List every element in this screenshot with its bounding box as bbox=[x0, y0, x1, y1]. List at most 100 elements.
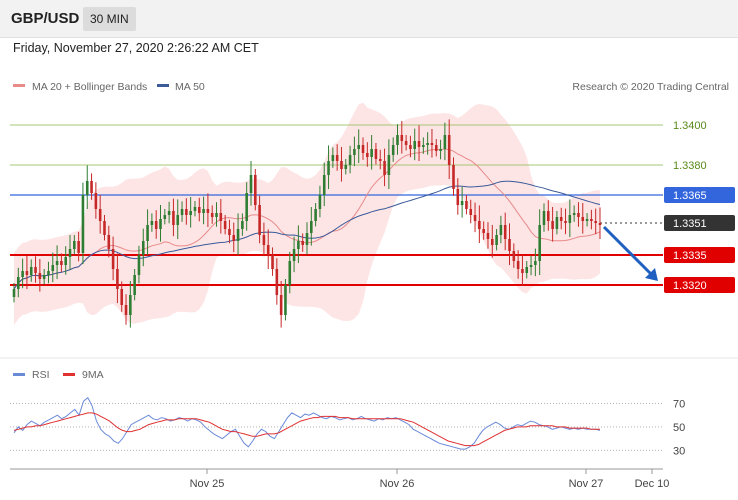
candle-body bbox=[129, 295, 132, 315]
x-tick-label: Nov 26 bbox=[380, 478, 415, 490]
candle-body bbox=[197, 207, 201, 213]
candle-body bbox=[176, 215, 180, 225]
candle-body bbox=[25, 271, 29, 275]
rsi-legend-swatch bbox=[13, 373, 25, 376]
candle-body bbox=[370, 149, 373, 157]
ma20-legend-swatch bbox=[13, 84, 25, 87]
candle-body bbox=[590, 219, 593, 221]
candle-body bbox=[47, 271, 50, 275]
candle-body bbox=[426, 143, 429, 145]
level-badge-text-1.3365: 1.3365 bbox=[673, 190, 707, 202]
candle-body bbox=[275, 269, 279, 295]
candle-body bbox=[417, 141, 421, 147]
candle-body bbox=[310, 221, 313, 233]
candle-body bbox=[482, 229, 485, 233]
candle-body bbox=[534, 261, 537, 265]
candle-body bbox=[490, 239, 494, 245]
candle-body bbox=[85, 181, 89, 195]
candle-body bbox=[34, 267, 37, 273]
candle-body bbox=[94, 193, 98, 209]
candle-body bbox=[266, 245, 270, 255]
candle-body bbox=[215, 213, 218, 217]
candle-body bbox=[495, 235, 498, 245]
candle-body bbox=[559, 217, 563, 221]
candle-body bbox=[581, 217, 585, 221]
candle-body bbox=[508, 239, 511, 251]
candle-body bbox=[172, 211, 175, 225]
candle-body bbox=[292, 249, 296, 261]
candle-body bbox=[322, 175, 326, 195]
candle-body bbox=[314, 209, 317, 221]
candle-body bbox=[120, 289, 124, 305]
candle-body bbox=[521, 269, 524, 273]
candle-body bbox=[529, 265, 533, 267]
candle-body bbox=[598, 223, 602, 225]
candle-body bbox=[245, 193, 248, 221]
candle-body bbox=[503, 225, 507, 239]
candle-body bbox=[353, 149, 356, 155]
candle-body bbox=[318, 195, 322, 209]
candle-body bbox=[180, 209, 184, 215]
ma50-legend-swatch bbox=[157, 84, 169, 87]
rsi-tick-70: 70 bbox=[673, 399, 685, 411]
candle-body bbox=[434, 145, 438, 151]
candle-body bbox=[284, 285, 287, 315]
rsi-ma9-line bbox=[13, 412, 600, 447]
candle-body bbox=[150, 221, 154, 225]
candle-body bbox=[460, 201, 464, 205]
candle-body bbox=[21, 271, 24, 277]
level-badge-text-1.3351: 1.3351 bbox=[673, 218, 707, 230]
candle-body bbox=[473, 215, 477, 221]
rsi-tick-50: 50 bbox=[673, 422, 685, 434]
candle-body bbox=[107, 235, 111, 249]
ma9-legend-label: 9MA bbox=[82, 369, 104, 381]
level-badge-text-1.3335: 1.3335 bbox=[673, 250, 707, 262]
candle-body bbox=[64, 257, 67, 265]
candle-body bbox=[68, 249, 72, 257]
forecast-arrow bbox=[602, 225, 654, 277]
candle-body bbox=[305, 233, 309, 245]
bollinger-band-area bbox=[14, 102, 600, 325]
level-label-1.3380: 1.3380 bbox=[673, 160, 707, 172]
candle-body bbox=[297, 241, 300, 249]
candle-body bbox=[193, 207, 197, 211]
candle-body bbox=[542, 211, 546, 225]
candle-body bbox=[551, 221, 554, 229]
candle-body bbox=[327, 161, 330, 175]
candle-body bbox=[301, 241, 304, 245]
rsi-legend-label: RSI bbox=[32, 369, 50, 381]
candle-body bbox=[378, 159, 382, 161]
candle-body bbox=[288, 261, 292, 285]
candle-body bbox=[447, 135, 451, 165]
candle-body bbox=[29, 267, 33, 275]
candle-body bbox=[133, 275, 136, 295]
candle-body bbox=[547, 211, 550, 221]
candle-body bbox=[568, 215, 572, 223]
candle-body bbox=[469, 209, 473, 215]
candle-body bbox=[340, 161, 343, 169]
candle-body bbox=[430, 143, 434, 145]
candle-body bbox=[51, 265, 55, 271]
candle-body bbox=[465, 201, 468, 209]
candle-body bbox=[55, 261, 59, 265]
candle-body bbox=[361, 145, 365, 153]
candle-body bbox=[594, 221, 597, 223]
candle-body bbox=[241, 221, 244, 229]
candle-body bbox=[141, 241, 145, 255]
candle-body bbox=[396, 135, 399, 145]
candle-body bbox=[206, 209, 210, 213]
candle-body bbox=[525, 267, 529, 273]
level-labels: 1.3400 1.3380 1.3365 1.3351 1.3335 1.3320 bbox=[664, 120, 735, 293]
candle-body bbox=[219, 213, 223, 221]
candle-body bbox=[331, 155, 335, 161]
candle-body bbox=[228, 229, 231, 235]
candle-body bbox=[512, 251, 516, 261]
candle-body bbox=[258, 205, 261, 235]
candle-body bbox=[439, 149, 442, 151]
candle-body bbox=[486, 233, 490, 239]
candle-body bbox=[185, 209, 188, 215]
candle-body bbox=[585, 219, 589, 221]
candle-body bbox=[254, 175, 257, 205]
candle-body bbox=[12, 289, 16, 297]
level-label-1.3400: 1.3400 bbox=[673, 120, 707, 132]
